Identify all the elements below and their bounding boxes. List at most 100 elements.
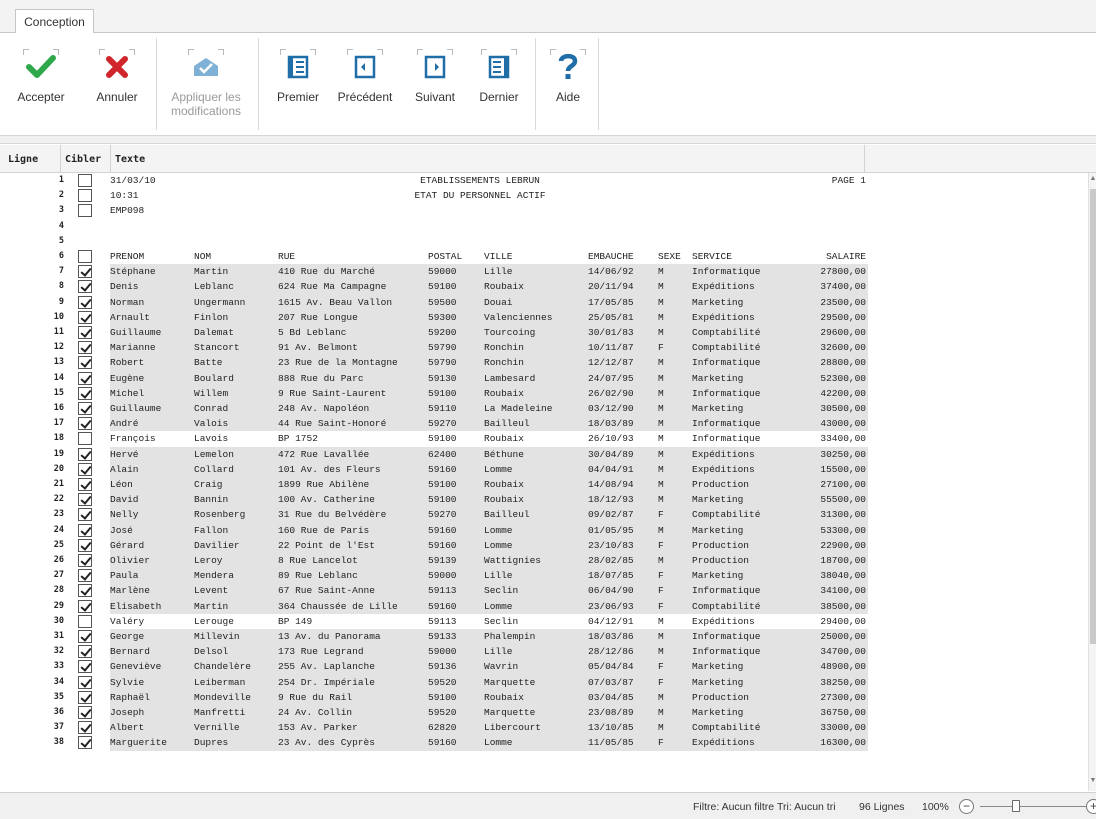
table-row[interactable]: 14 Eugène Boulard 888 Rue du Parc 59130 Lambe… <box>0 370 1088 386</box>
target-checkbox[interactable] <box>78 189 92 203</box>
table-row[interactable]: 6 PRENOM NOM RUE POSTAL VILLE EMBAUCHE SEXE SERV… <box>0 249 1088 264</box>
target-checkbox[interactable] <box>78 478 92 491</box>
target-checkbox[interactable] <box>78 447 92 461</box>
table-row[interactable]: 11 Guillaume Dalemat 5 Bd Leblanc 59200 Tourc… <box>0 325 1088 341</box>
table-row[interactable]: 12 Marianne Stancort 91 Av. Belmont 59790 Ron… <box>0 340 1088 356</box>
target-checkbox[interactable] <box>78 356 92 370</box>
cell-city: Lambesard <box>484 372 536 384</box>
table-row[interactable]: 5 <box>0 234 1088 249</box>
table-row[interactable]: 36 Joseph Manfretti 24 Av. Collin 59520 Marqu… <box>0 705 1088 721</box>
target-checkbox[interactable] <box>78 569 92 583</box>
accept-button[interactable]: Accepter <box>5 33 77 133</box>
apply-changes-button[interactable]: Appliquer les modifications <box>160 33 252 133</box>
target-checkbox[interactable] <box>78 660 92 674</box>
target-checkbox[interactable] <box>78 326 92 339</box>
target-checkbox[interactable] <box>78 599 92 613</box>
table-row[interactable]: 37 Albert Vernille 153 Av. Parker 62820 Liber… <box>0 720 1088 736</box>
line-number: 35 <box>53 691 64 702</box>
table-row[interactable]: 26 Olivier Leroy 8 Rue Lancelot 59139 Wattign… <box>0 553 1088 569</box>
target-checkbox[interactable] <box>78 508 92 522</box>
table-row[interactable]: 7 Stéphane Martin 410 Rue du Marché 59000 Lil… <box>0 264 1088 280</box>
table-row[interactable]: 9 Norman Ungermann 1615 Av. Beau Vallon 5950… <box>0 294 1088 310</box>
table-row[interactable]: 23 Nelly Rosenberg 31 Rue du Belvédère 59270… <box>0 507 1088 523</box>
table-row[interactable]: 21 Léon Craig 1899 Rue Abilène 59100 Roubaix 1… <box>0 477 1088 493</box>
next-record-button[interactable]: Suivant <box>405 33 465 133</box>
target-checkbox[interactable] <box>78 265 92 279</box>
target-checkbox[interactable] <box>78 402 92 415</box>
target-checkbox[interactable] <box>78 417 92 431</box>
cell-street: 22 Point de l'Est <box>278 539 375 551</box>
table-row[interactable]: 35 Raphaël Mondeville 9 Rue du Rail 59100 Rou… <box>0 689 1088 705</box>
target-checkbox[interactable] <box>78 614 92 628</box>
cell-last-name: Finlon <box>194 311 229 323</box>
column-header-line[interactable]: Ligne <box>8 154 38 165</box>
table-row[interactable]: 17 André Valois 44 Rue Saint-Honoré 59270 Bai… <box>0 416 1088 432</box>
table-row[interactable]: 34 Sylvie Leiberman 254 Dr. Impériale 59520 M… <box>0 674 1088 690</box>
target-checkbox[interactable] <box>78 371 92 385</box>
target-checkbox[interactable] <box>78 690 92 704</box>
table-row[interactable]: 4 <box>0 219 1088 234</box>
vertical-scrollbar[interactable]: ▲ ▼ <box>1088 173 1096 791</box>
table-row[interactable]: 8 Denis Leblanc 624 Rue Ma Campagne 59100 Rou… <box>0 279 1088 295</box>
target-checkbox[interactable] <box>78 538 92 552</box>
table-row[interactable]: 27 Paula Mendera 89 Rue Leblanc 59000 Lille 18… <box>0 568 1088 584</box>
column-header-text[interactable]: Texte <box>115 154 145 165</box>
table-row[interactable]: 32 Bernard Delsol 173 Rue Legrand 59000 Lille… <box>0 644 1088 660</box>
target-checkbox[interactable] <box>78 462 92 476</box>
zoom-slider-track[interactable] <box>980 806 1088 807</box>
table-row[interactable]: 30 Valéry Lerouge BP 149 59113 Seclin 04/12/91… <box>0 614 1088 629</box>
target-checkbox[interactable] <box>78 493 92 507</box>
table-row[interactable]: 13 Robert Batte 23 Rue de la Montagne 59790 R… <box>0 355 1088 371</box>
target-checkbox[interactable] <box>78 386 92 400</box>
target-checkbox[interactable] <box>78 280 92 294</box>
scrollbar-thumb[interactable] <box>1090 189 1096 644</box>
target-checkbox[interactable] <box>78 250 92 263</box>
table-row[interactable]: 18 François Lavois BP 1752 59100 Roubaix 26/10… <box>0 431 1088 446</box>
target-checkbox[interactable] <box>78 675 92 689</box>
zoom-out-button[interactable]: − <box>959 799 974 814</box>
target-checkbox[interactable] <box>78 736 92 750</box>
table-row[interactable]: 38 Marguerite Dupres 23 Av. des Cyprès 59160… <box>0 735 1088 751</box>
target-checkbox[interactable] <box>78 310 92 324</box>
target-checkbox[interactable] <box>78 706 92 719</box>
table-row[interactable]: 1 31/03/10 ETABLISSEMENTS LEBRUN PAGE 1 <box>0 173 1088 188</box>
cancel-button[interactable]: Annuler <box>84 33 150 133</box>
last-record-button[interactable]: Dernier <box>470 33 528 133</box>
table-row[interactable]: 10 Arnault Finlon 207 Rue Longue 59300 Valenc… <box>0 309 1088 325</box>
zoom-slider-thumb[interactable] <box>1012 800 1020 812</box>
cell-city: Wavrin <box>484 661 519 673</box>
target-checkbox[interactable] <box>78 523 92 537</box>
table-row[interactable]: 20 Alain Collard 101 Av. des Fleurs 59160 Lom… <box>0 461 1088 477</box>
target-checkbox[interactable] <box>78 645 92 659</box>
zoom-in-button[interactable]: + <box>1086 799 1096 814</box>
table-row[interactable]: 25 Gérard Davilier 22 Point de l'Est 59160 Lo… <box>0 537 1088 553</box>
table-row[interactable]: 33 Geneviève Chandelère 255 Av. Laplanche 59… <box>0 659 1088 675</box>
previous-record-button[interactable]: Précédent <box>332 33 398 133</box>
scroll-down-icon[interactable]: ▼ <box>1089 777 1096 789</box>
first-record-button[interactable]: Premier <box>268 33 328 133</box>
table-row[interactable]: 24 José Fallon 160 Rue de Paris 59160 Lomme 01… <box>0 522 1088 538</box>
target-checkbox[interactable] <box>78 341 92 355</box>
target-checkbox[interactable] <box>78 432 92 446</box>
column-header-target[interactable]: Cibler <box>65 154 101 165</box>
target-checkbox[interactable] <box>78 554 92 567</box>
table-row[interactable]: 19 Hervé Lemelon 472 Rue Lavallée 62400 Béthu… <box>0 446 1088 462</box>
table-row[interactable]: 3 EMP098 <box>0 203 1088 218</box>
cell-first-name: Valéry <box>110 615 145 627</box>
table-row[interactable]: 22 David Bannin 100 Av. Catherine 59100 Rouba… <box>0 492 1088 508</box>
target-checkbox[interactable] <box>78 295 92 309</box>
target-checkbox[interactable] <box>78 204 92 218</box>
target-checkbox[interactable] <box>78 630 92 643</box>
table-row[interactable]: 29 Elisabeth Martin 364 Chaussée de Lille 59… <box>0 598 1088 614</box>
table-row[interactable]: 2 10:31 ETAT DU PERSONNEL ACTIF <box>0 188 1088 203</box>
target-checkbox[interactable] <box>78 584 92 598</box>
table-row[interactable]: 28 Marlène Levent 67 Rue Saint-Anne 59113 Sec… <box>0 583 1088 599</box>
target-checkbox[interactable] <box>78 721 92 735</box>
table-row[interactable]: 16 Guillaume Conrad 248 Av. Napoléon 59110 La… <box>0 401 1088 417</box>
table-row[interactable]: 15 Michel Willem 9 Rue Saint-Laurent 59100 Ro… <box>0 385 1088 401</box>
help-button[interactable]: Aide <box>542 33 594 133</box>
target-checkbox[interactable] <box>78 174 92 187</box>
table-row[interactable]: 31 George Millevin 13 Av. du Panorama 59133 P… <box>0 629 1088 645</box>
scroll-up-icon[interactable]: ▲ <box>1089 175 1096 187</box>
tab-conception[interactable]: Conception <box>15 9 94 34</box>
